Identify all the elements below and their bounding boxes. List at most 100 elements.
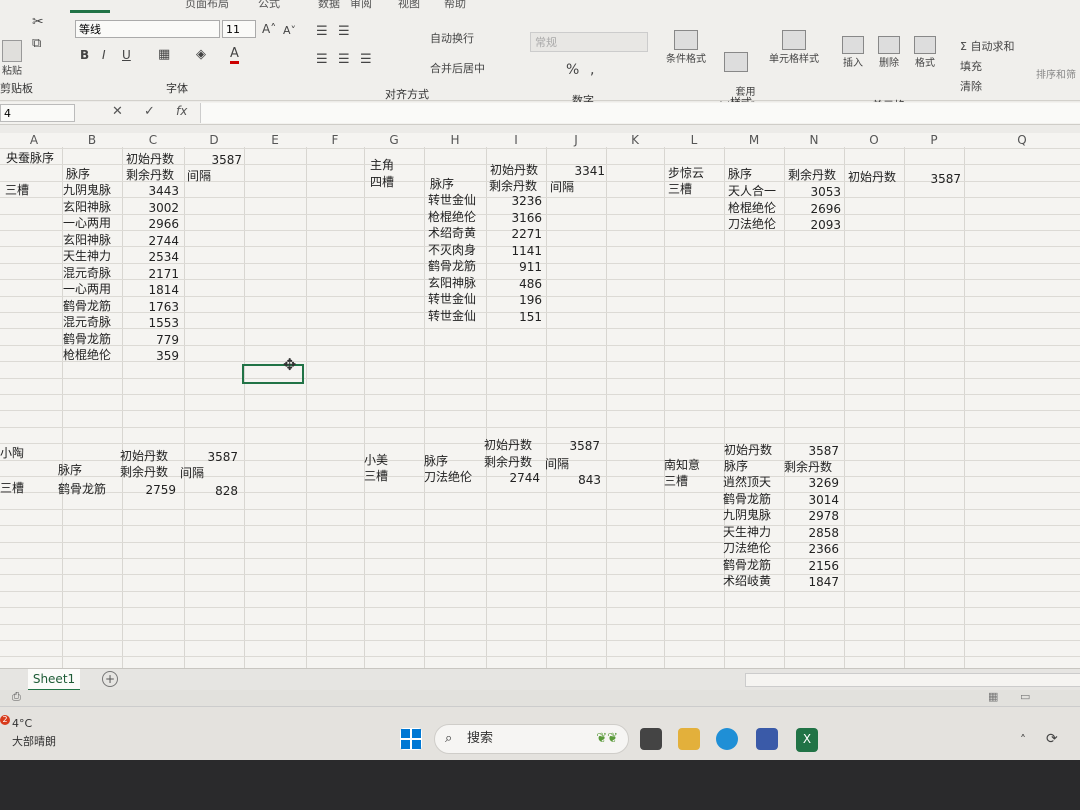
column-header-d[interactable]: D [184,133,244,147]
underline-button[interactable]: U [122,48,131,62]
tab-formulas[interactable]: 公式 [258,0,280,11]
block4-slot[interactable]: 三槽 [0,480,24,496]
block5-row-mai[interactable]: 刀法绝伦 [424,469,472,485]
function-icon[interactable]: fx [176,104,187,118]
column-header-j[interactable]: J [546,133,606,147]
excel-app-icon[interactable]: X [796,728,818,752]
block3-value-cell[interactable]: 3053 [784,184,841,200]
block4-header-gap[interactable]: 间隔 [180,465,204,481]
block6-title[interactable]: 南知意 [664,457,700,473]
block3-init-value[interactable]: 3587 [905,171,961,187]
block6-init-label[interactable]: 初始丹数 [724,442,772,458]
column-header-e[interactable]: E [244,133,306,147]
block6-value-cell[interactable]: 1847 [784,574,839,590]
block2-value-cell[interactable]: 911 [486,259,542,275]
delete-cells-button[interactable]: 删除 [876,36,902,69]
block1-mai-cell[interactable]: 玄阳神脉 [63,232,111,248]
block2-header-mai[interactable]: 脉序 [430,176,454,192]
column-header-l[interactable]: L [664,133,724,147]
page-layout-view-icon[interactable]: ▭ [1020,690,1030,703]
block5-init-value[interactable]: 3587 [548,438,600,454]
column-header-c[interactable]: C [122,133,184,147]
block3-header-init[interactable]: 初始丹数 [848,169,896,185]
block1-mai-cell[interactable]: 枪棍绝伦 [63,347,111,363]
column-header-n[interactable]: N [784,133,844,147]
block2-mai-cell[interactable]: 鹤骨龙筋 [428,258,476,274]
block1-mai-cell[interactable]: 天生神力 [63,248,111,264]
block2-mai-cell[interactable]: 转世金仙 [428,308,476,324]
block1-value-cell[interactable]: 1814 [122,282,179,298]
block6-mai-cell[interactable]: 九阴鬼脉 [723,507,771,523]
block1-init-value[interactable]: 3587 [190,152,242,168]
cell-style-button[interactable]: 单元格样式 [766,30,822,65]
cancel-icon[interactable]: ✕ [112,104,123,119]
grow-font-icon[interactable]: A˄ [262,22,276,36]
format-cells-button[interactable]: 格式 [912,36,938,69]
align-center-icon[interactable]: ☰ [338,52,350,67]
block1-init-label[interactable]: 初始丹数 [126,151,174,167]
block6-mai-cell[interactable]: 天生神力 [723,524,771,540]
block6-header-mai[interactable]: 脉序 [724,458,748,474]
block1-value-cell[interactable]: 3443 [122,183,179,199]
block1-mai-cell[interactable]: 鹤骨龙筋 [63,331,111,347]
block1-mai-cell[interactable]: 九阴鬼脉 [63,182,111,198]
tab-view[interactable]: 视图 [398,0,420,11]
block6-value-cell[interactable]: 2156 [784,558,839,574]
comma-icon[interactable]: , [590,62,594,78]
block3-mai-cell[interactable]: 枪棍绝伦 [728,200,776,216]
block3-header-remaining[interactable]: 剩余丹数 [788,167,836,183]
block2-mai-cell[interactable]: 枪棍绝伦 [428,209,476,225]
tray-chevron-icon[interactable]: ˄ [1020,733,1026,747]
number-format-select[interactable]: 常规 [530,32,648,52]
normal-view-icon[interactable]: ▦ [988,690,998,703]
tab-data[interactable]: 数据 [318,0,340,11]
formula-input[interactable] [200,103,1080,123]
column-header-g[interactable]: G [364,133,424,147]
block2-mai-cell[interactable]: 玄阳神脉 [428,275,476,291]
block2-mai-cell[interactable]: 转世金仙 [428,291,476,307]
block5-header-mai[interactable]: 脉序 [424,453,448,469]
block4-row-gap[interactable]: 828 [180,483,238,499]
align-right-icon[interactable]: ☰ [360,52,372,67]
store-icon[interactable] [756,728,778,750]
percent-icon[interactable]: % [566,62,579,78]
font-color-icon[interactable]: A [230,46,239,64]
block3-title[interactable]: 步惊云 [668,165,704,181]
column-header-o[interactable]: O [844,133,904,147]
column-header-b[interactable]: B [62,133,122,147]
horizontal-scrollbar[interactable] [745,673,1080,687]
tab-review[interactable]: 审阅 [350,0,372,11]
block5-header-gap[interactable]: 间隔 [545,456,569,472]
block1-mai-cell[interactable]: 混元奇脉 [63,265,111,281]
block1-header-mai[interactable]: 脉序 [66,166,90,182]
block2-value-cell[interactable]: 3236 [486,193,542,209]
block2-value-cell[interactable]: 1141 [486,243,542,259]
tab-help[interactable]: 帮助 [444,0,466,11]
block2-title[interactable]: 主角 [370,157,394,173]
block6-value-cell[interactable]: 3269 [784,475,839,491]
column-header-a[interactable]: A [6,133,62,147]
block1-value-cell[interactable]: 1763 [122,299,179,315]
block1-mai-cell[interactable]: 一心两用 [63,215,111,231]
weather-desc[interactable]: 大部晴朗 [12,733,56,749]
block3-mai-cell[interactable]: 刀法绝伦 [728,216,776,232]
block2-mai-cell[interactable]: 不灭肉身 [428,242,476,258]
sheet-tab-sheet1[interactable]: Sheet1 [28,669,80,691]
align-left-icon[interactable]: ☰ [316,52,328,67]
fill-color-icon[interactable]: ◈ [196,47,206,62]
autosum-button[interactable]: Σ 自动求和 [960,38,1014,54]
block2-slot[interactable]: 四槽 [370,174,394,190]
windows-start-icon[interactable] [400,728,422,750]
block6-init-value[interactable]: 3587 [784,443,839,459]
cut-icon[interactable]: ✂ [32,14,44,30]
block4-init-label[interactable]: 初始丹数 [120,448,168,464]
block6-value-cell[interactable]: 2366 [784,541,839,557]
block1-header-remaining[interactable]: 剩余丹数 [126,167,174,183]
block1-value-cell[interactable]: 2966 [122,216,179,232]
conditional-format-button[interactable]: 条件格式 [664,30,708,65]
block4-row-remaining[interactable]: 2759 [120,482,176,498]
block1-value-cell[interactable]: 2534 [122,249,179,265]
block1-mai-cell[interactable]: 玄阳神脉 [63,199,111,215]
block2-mai-cell[interactable]: 术绍奇黄 [428,225,476,241]
fill-button[interactable]: 填充 [960,58,982,74]
